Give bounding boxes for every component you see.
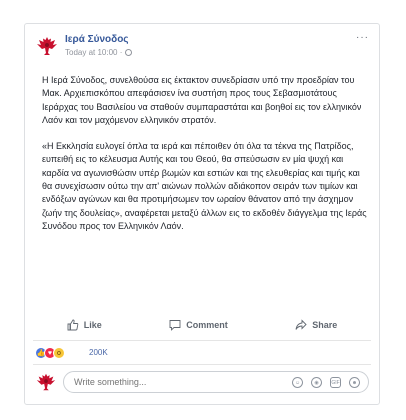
speech-bubble-icon [169,320,181,331]
comment-composer: ☺ ◉ GIF ☻ [35,369,371,395]
reaction-count[interactable]: 200K [89,348,108,357]
camera-icon[interactable]: ◉ [311,377,322,388]
post-paragraph-1: Η Ιερά Σύνοδος, συνελθούσα εις έκτακτον … [42,75,362,125]
emoji-icon[interactable]: ☺ [292,377,303,388]
like-button[interactable]: Like [67,319,102,331]
divider [33,340,371,341]
comment-input[interactable] [74,377,284,387]
comment-label: Comment [186,320,228,330]
post-timestamp[interactable]: Today at 10:00 · [65,48,122,57]
more-options-icon[interactable]: ··· [356,32,369,43]
sticker-icon[interactable]: ☻ [349,377,360,388]
post-card: Ιερά Σύνοδος Today at 10:00 · ··· Η Ιερά… [24,23,380,405]
post-body: Η Ιερά Σύνοδος, συνελθούσα εις έκτακτον … [42,74,370,246]
post-header: Ιερά Σύνοδος Today at 10:00 · ··· [35,32,371,68]
comment-button[interactable]: Comment [169,319,228,331]
globe-icon [125,49,133,56]
share-button[interactable]: Share [295,319,337,331]
thumbs-up-icon [67,319,79,331]
post-actions: Like Comment Share [33,314,371,336]
share-label: Share [312,320,338,330]
comment-tools: ☺ ◉ GIF ☻ [292,377,360,388]
comment-box: ☺ ◉ GIF ☻ [63,371,369,393]
like-label: Like [83,320,102,330]
share-arrow-icon [295,319,307,330]
double-headed-eagle-avatar[interactable] [35,371,57,393]
post-paragraph-2: «Η Εκκλησία ευλογεί όπλα τα ιερά και πέπ… [42,141,367,231]
double-headed-eagle-avatar[interactable] [35,34,59,58]
page-name-link[interactable]: Ιερά Σύνοδος [65,34,129,45]
wow-reaction-icon: o [53,347,65,359]
divider [33,364,371,365]
post-meta: Today at 10:00 · [65,48,133,57]
gif-icon[interactable]: GIF [330,377,341,388]
reaction-icons[interactable]: 👍 ♥ o [35,346,65,360]
